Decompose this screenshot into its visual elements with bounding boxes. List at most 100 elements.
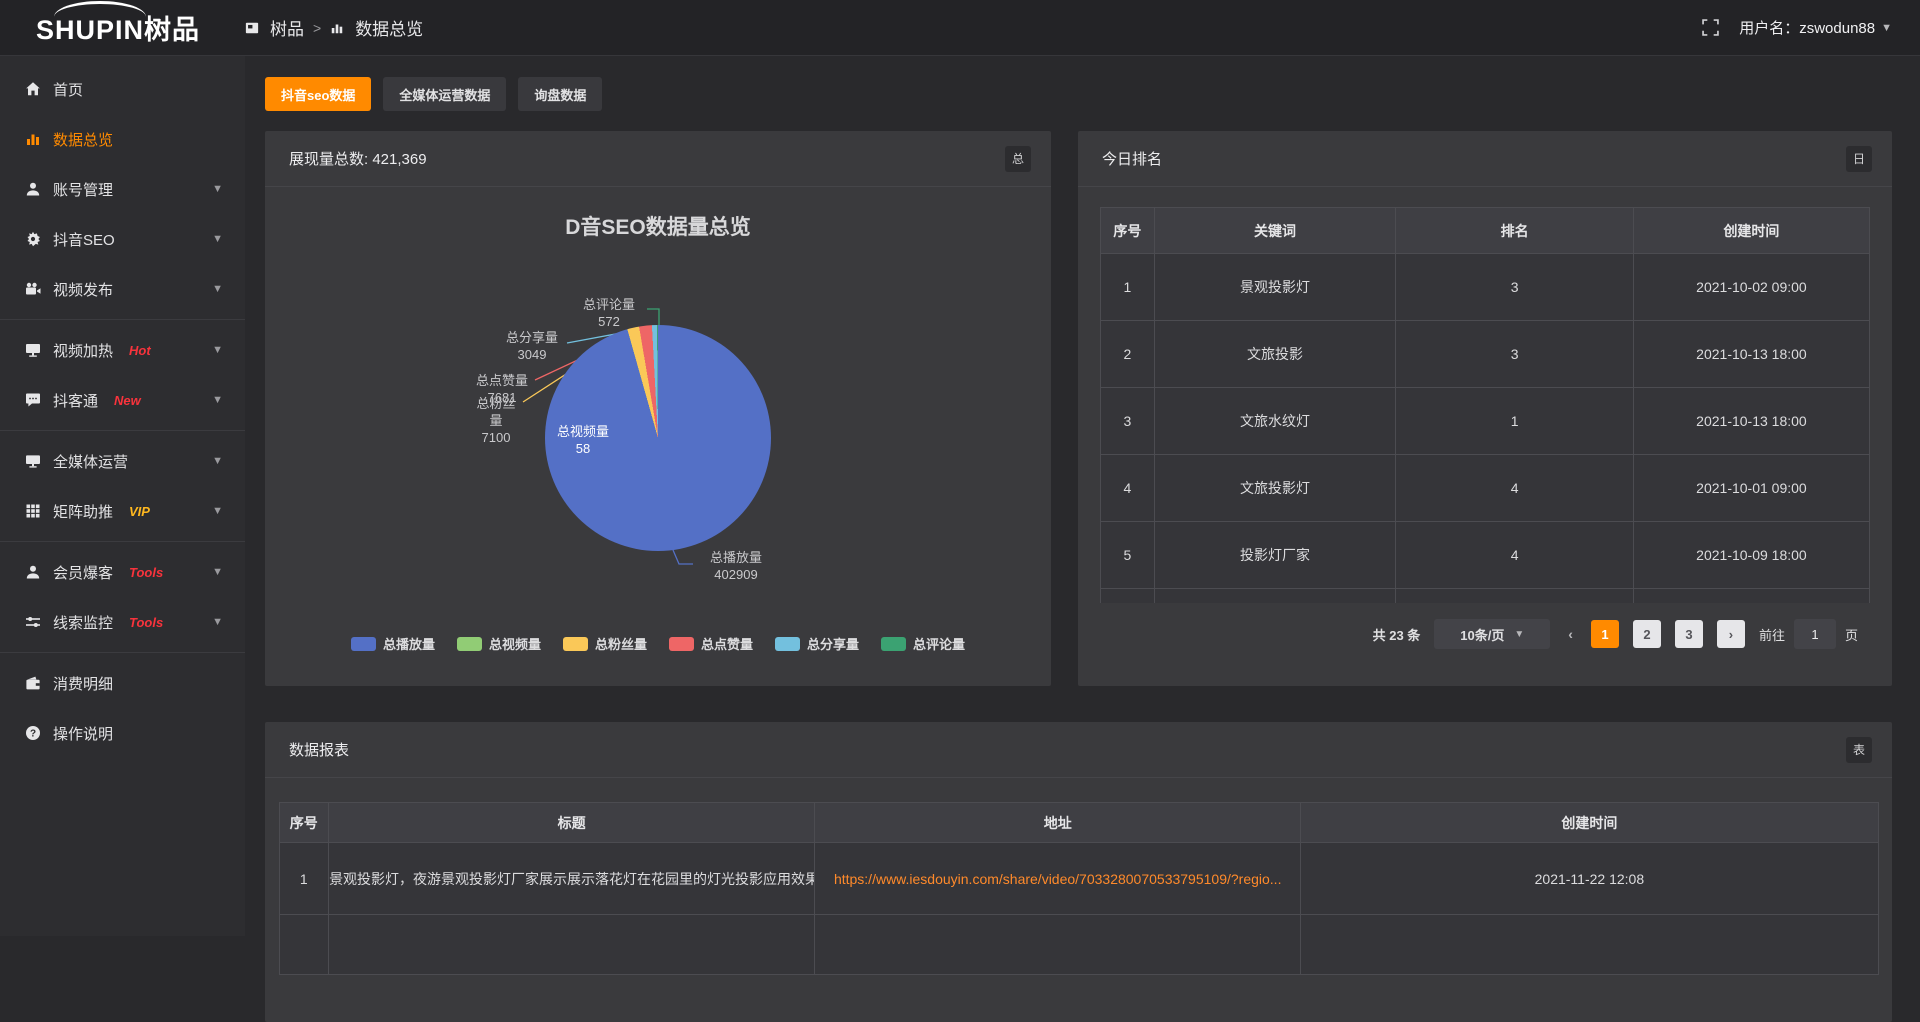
report-corner-button[interactable]: 表: [1846, 737, 1872, 763]
sidebar-item-label: 矩阵助推: [53, 501, 113, 522]
column-header: 序号: [1101, 208, 1155, 254]
legend-item-fans[interactable]: 总粉丝量: [563, 634, 647, 653]
goto-suffix: 页: [1845, 625, 1858, 644]
next-page-button[interactable]: ›: [1717, 620, 1745, 648]
legend-item-comments[interactable]: 总评论量: [881, 634, 965, 653]
column-header: 排名: [1396, 208, 1634, 254]
chevron-down-icon: ▼: [212, 455, 223, 467]
breadcrumb-separator: >: [313, 20, 321, 36]
page-button-3[interactable]: 3: [1675, 620, 1703, 648]
sidebar-item-help[interactable]: ? 操作说明: [0, 708, 245, 758]
sidebar-item-video-heat[interactable]: 视频加热 Hot ▼: [0, 325, 245, 375]
sidebar-item-label: 抖客通: [53, 390, 98, 411]
column-header: 创建时间: [1301, 803, 1878, 843]
legend-swatch: [457, 637, 482, 651]
tab-douyin-seo[interactable]: 抖音seo数据: [265, 77, 371, 111]
top-header: SHUPIN树品 树品 > 数据总览 用户名：zswodun88 ▼: [0, 0, 1920, 56]
sidebar-item-home[interactable]: 首页: [0, 64, 245, 114]
chevron-down-icon: ▼: [212, 183, 223, 195]
sidebar-item-label: 首页: [53, 79, 83, 100]
fullscreen-icon[interactable]: [1702, 19, 1719, 36]
chevron-down-icon: ▼: [1514, 629, 1524, 640]
cell-index: 3: [1101, 388, 1155, 455]
tab-media-operation[interactable]: 全媒体运营数据: [383, 77, 506, 111]
goto-page-input[interactable]: [1794, 619, 1836, 649]
cell-video-link[interactable]: https://www.iesdouyin.com/share/video/70…: [815, 843, 1301, 915]
legend-item-plays[interactable]: 总播放量: [351, 634, 435, 653]
sidebar-item-consumption[interactable]: 消费明细: [0, 658, 245, 708]
chart-legend: 总播放量 总视频量 总粉丝量 总点赞量 总分享量 总评论量: [265, 634, 1051, 653]
sidebar-item-label: 线索监控: [53, 612, 113, 633]
vip-badge: VIP: [129, 504, 150, 519]
sidebar-item-lead-monitor[interactable]: 线索监控 Tools ▼: [0, 597, 245, 647]
pagination-total: 共 23 条: [1373, 625, 1421, 644]
sidebar-item-data-overview[interactable]: 数据总览: [0, 114, 245, 164]
ranking-panel: 今日排名 日 序号 关键词 排名 创建时间: [1078, 131, 1892, 686]
cell-created: 2021-10-13 18:00: [1633, 321, 1869, 388]
column-header: 地址: [815, 803, 1301, 843]
page-size-select[interactable]: 10条/页 ▼: [1434, 619, 1550, 649]
legend-item-videos[interactable]: 总视频量: [457, 634, 541, 653]
legend-item-likes[interactable]: 总点赞量: [669, 634, 753, 653]
chevron-down-icon: ▼: [212, 566, 223, 578]
person-icon: [24, 564, 41, 580]
sidebar-item-douketong[interactable]: 抖客通 New ▼: [0, 375, 245, 425]
cell-created: 2021-10-13 18:00: [1633, 388, 1869, 455]
sidebar-item-member-burst[interactable]: 会员爆客 Tools ▼: [0, 547, 245, 597]
legend-item-shares[interactable]: 总分享量: [775, 634, 859, 653]
pie-chart: D音SEO数据量总览 总评论量 572 总分享量 3049: [265, 187, 1051, 686]
breadcrumb-root-icon: [245, 21, 259, 35]
report-title: 数据报表: [289, 739, 349, 760]
prev-page-button[interactable]: ‹: [1564, 626, 1577, 642]
home-icon: [24, 81, 41, 97]
main-content: 抖音seo数据 全媒体运营数据 询盘数据 展现量总数: 421,369 总 D音…: [245, 56, 1920, 1022]
legend-swatch: [669, 637, 694, 651]
tools-badge: Tools: [129, 615, 163, 630]
sidebar: 首页 数据总览 账号管理 ▼ 抖音SEO ▼ 视频发布 ▼ 视频加热 Hot ▼…: [0, 56, 245, 936]
sidebar-item-account[interactable]: 账号管理 ▼: [0, 164, 245, 214]
sidebar-item-matrix-boost[interactable]: 矩阵助推 VIP ▼: [0, 486, 245, 536]
svg-text:?: ?: [29, 728, 35, 739]
column-header: 序号: [279, 803, 329, 843]
gear-icon: [24, 231, 41, 247]
sidebar-item-label: 账号管理: [53, 179, 113, 200]
sidebar-item-video-publish[interactable]: 视频发布 ▼: [0, 264, 245, 314]
column-header: 关键词: [1154, 208, 1395, 254]
pie-label-fans: 总粉丝量 7100: [471, 395, 521, 446]
cell-created: 2021-10-02 09:00: [1633, 254, 1869, 321]
page-button-1[interactable]: 1: [1591, 620, 1619, 648]
app-logo: SHUPIN树品: [0, 8, 245, 47]
chevron-down-icon: ▼: [212, 394, 223, 406]
tab-inquiry[interactable]: 询盘数据: [518, 77, 602, 111]
cell-rank: 4: [1396, 522, 1634, 589]
page-button-2[interactable]: 2: [1633, 620, 1661, 648]
cell-title: 景观投影灯，夜游景观投影灯厂家展示展示落花灯在花园里的灯光投影应用效果 #: [329, 843, 815, 915]
chat-bubble-icon: [24, 392, 41, 408]
overview-panel: 展现量总数: 421,369 总 D音SEO数据量总览 总评论量 572: [265, 131, 1051, 686]
overview-title: 展现量总数: 421,369: [289, 148, 427, 169]
ranking-corner-button[interactable]: 日: [1846, 146, 1872, 172]
user-menu[interactable]: 用户名：zswodun88 ▼: [1739, 17, 1892, 38]
sidebar-item-label: 操作说明: [53, 723, 113, 744]
chevron-down-icon: ▼: [212, 283, 223, 295]
cell-rank: 4: [1396, 455, 1634, 522]
table-row: 1 景观投影灯 3 2021-10-02 09:00: [1101, 254, 1870, 321]
chevron-down-icon: ▼: [212, 344, 223, 356]
sidebar-item-label: 消费明细: [53, 673, 113, 694]
legend-swatch: [351, 637, 376, 651]
report-panel: 数据报表 表 序号 标题 地址 创建时间 1 景观投影灯，夜游景观投影灯: [265, 722, 1892, 1022]
cell-created: 2021-10-09 18:00: [1633, 522, 1869, 589]
sidebar-item-media-operation[interactable]: 全媒体运营 ▼: [0, 436, 245, 486]
legend-swatch: [563, 637, 588, 651]
sidebar-item-douyin-seo[interactable]: 抖音SEO ▼: [0, 214, 245, 264]
overview-corner-button[interactable]: 总: [1005, 146, 1031, 172]
cell-rank: 3: [1396, 321, 1634, 388]
hot-badge: Hot: [129, 343, 151, 358]
data-tabs: 抖音seo数据 全媒体运营数据 询盘数据: [265, 77, 1892, 111]
sidebar-item-label: 抖音SEO: [53, 229, 115, 250]
chevron-down-icon: ▼: [212, 505, 223, 517]
tools-badge: Tools: [129, 565, 163, 580]
breadcrumb-root[interactable]: 树品: [270, 15, 304, 40]
logo-text: SHUPIN树品: [36, 8, 200, 47]
pagination: 共 23 条 10条/页 ▼ ‹ 1 2 3 › 前往 页: [1078, 619, 1892, 649]
